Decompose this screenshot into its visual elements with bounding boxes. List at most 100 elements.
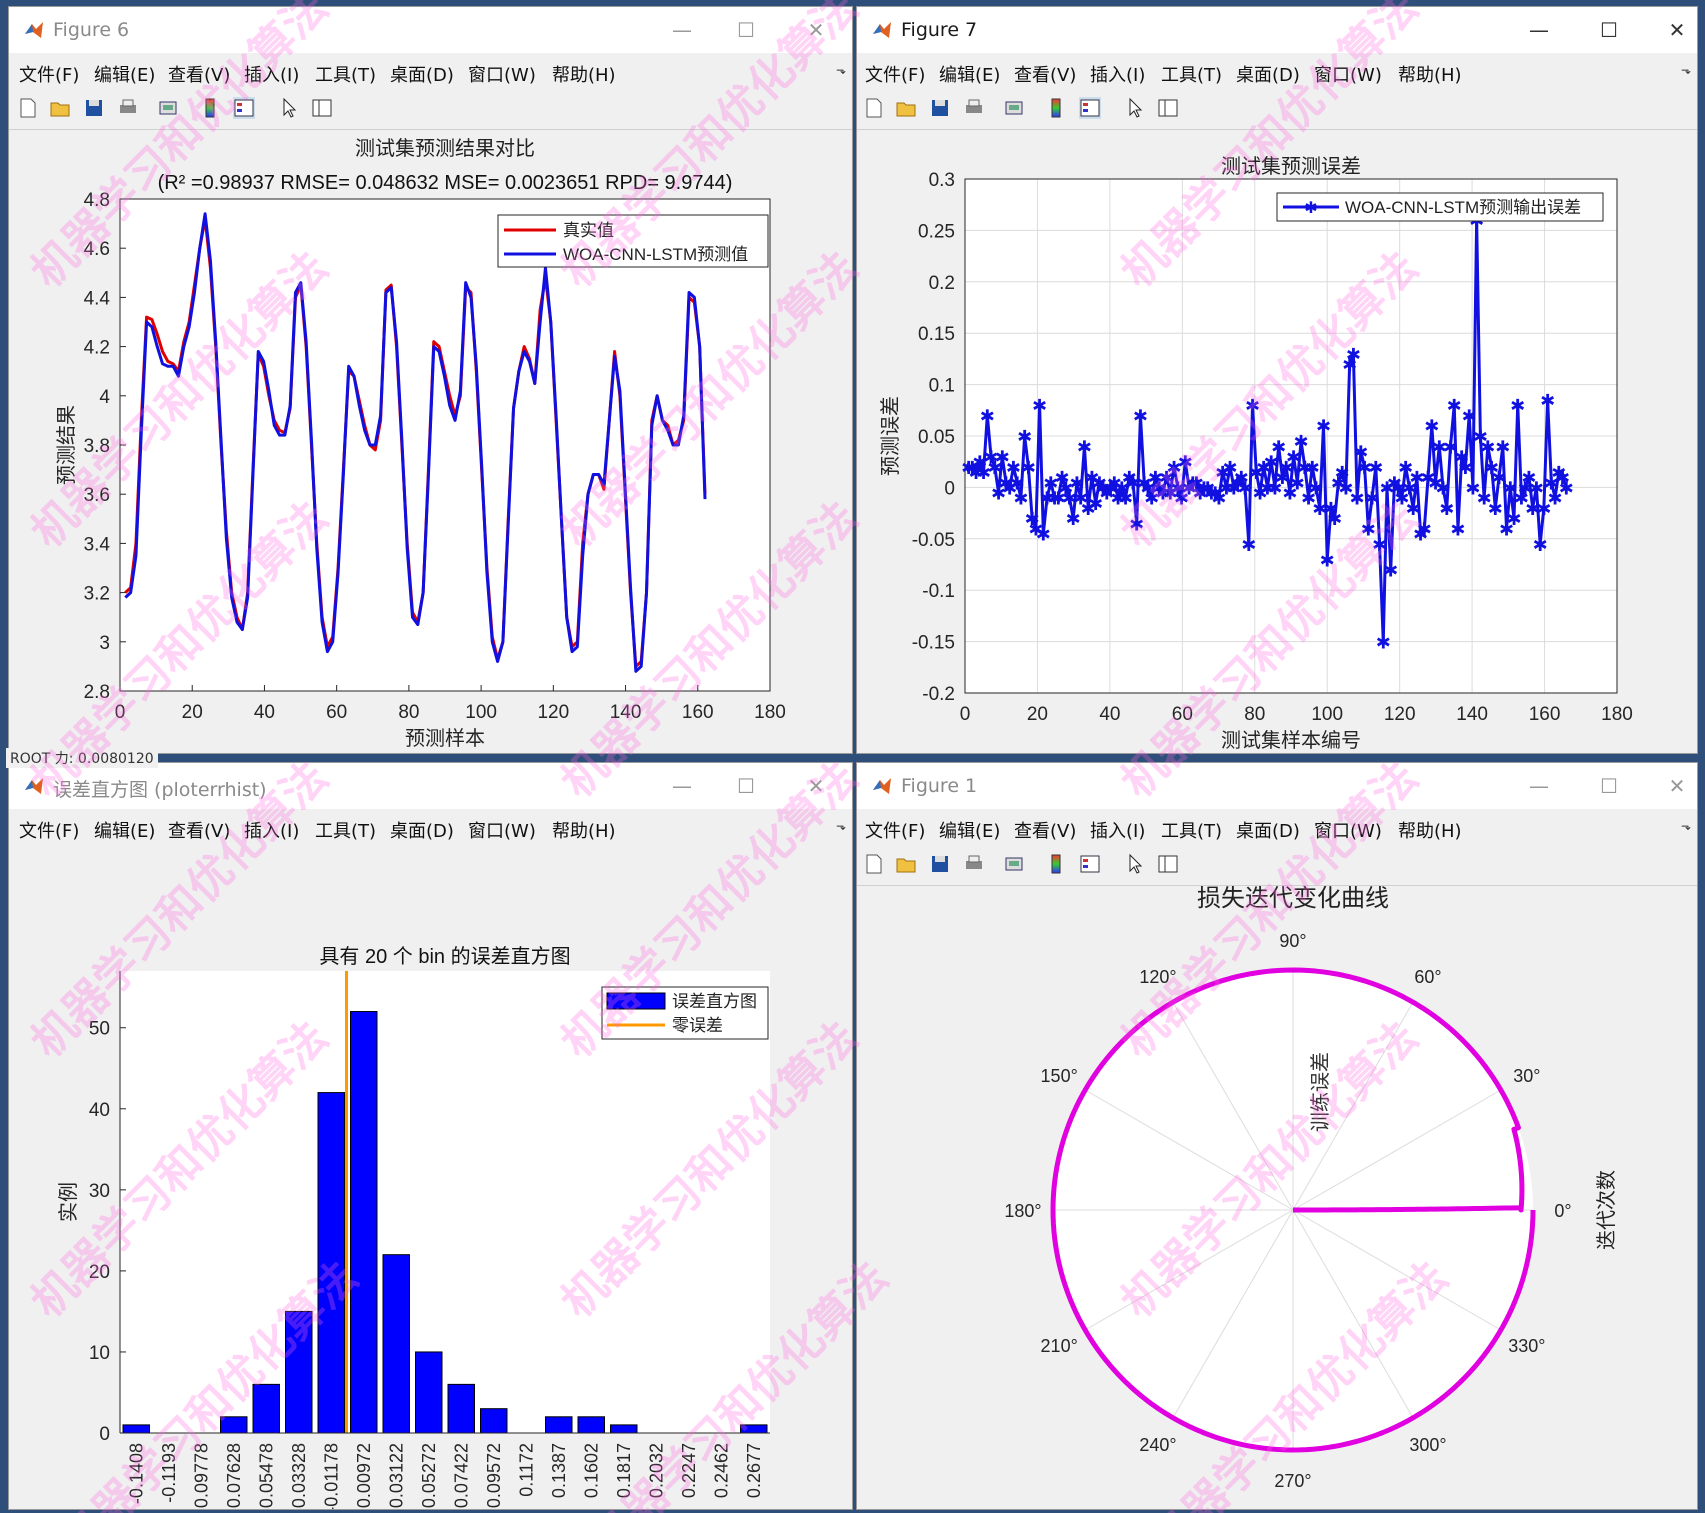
minimize-button[interactable]: — xyxy=(1519,15,1559,45)
maximize-button[interactable]: ☐ xyxy=(1589,771,1629,801)
menu-edit[interactable]: 编辑(E) xyxy=(939,61,1000,87)
menu-view[interactable]: 查看(V) xyxy=(168,61,230,87)
property-editor-icon[interactable] xyxy=(311,97,333,119)
legend-icon[interactable] xyxy=(1079,853,1101,875)
prediction-comparison-chart[interactable]: 测试集预测结果对比 (R² =0.98937 RMSE= 0.048632 MSE… xyxy=(9,130,852,753)
menubar: 文件(F) 编辑(E) 查看(V) 插入(I) 工具(T) 桌面(D) 窗口(W… xyxy=(857,809,1697,845)
menu-window[interactable]: 窗口(W) xyxy=(1314,817,1382,843)
menu-file[interactable]: 文件(F) xyxy=(19,817,79,843)
menu-window[interactable]: 窗口(W) xyxy=(468,817,536,843)
figure6-titlebar[interactable]: Figure 6 — ☐ ✕ xyxy=(9,7,852,53)
histogram-bar xyxy=(415,1351,443,1434)
menu-tools[interactable]: 工具(T) xyxy=(315,817,376,843)
print-icon[interactable] xyxy=(963,853,985,875)
x-axis-label: 预测样本 xyxy=(405,727,485,750)
menu-file[interactable]: 文件(F) xyxy=(865,817,925,843)
x-tick-label: 60 xyxy=(1172,704,1193,725)
menubar-dock-arrow-icon[interactable]: ⬎ xyxy=(1681,63,1691,77)
open-folder-icon[interactable] xyxy=(895,853,917,875)
menu-window[interactable]: 窗口(W) xyxy=(1314,61,1382,87)
new-file-icon[interactable] xyxy=(863,853,885,875)
menu-help[interactable]: 帮助(H) xyxy=(552,817,616,843)
menu-insert[interactable]: 插入(I) xyxy=(244,817,299,843)
y-tick-label: 30 xyxy=(89,1181,110,1202)
histogram-bar xyxy=(285,1310,313,1434)
maximize-button[interactable]: ☐ xyxy=(1589,15,1629,45)
figure7-titlebar[interactable]: Figure 7 — ☐ ✕ xyxy=(857,7,1697,53)
maximize-button[interactable]: ☐ xyxy=(726,15,766,45)
loss-polar-chart[interactable]: 损失迭代变化曲线 0° 30° 60° 90° 120° 150° 180° 210° 240° 2… xyxy=(857,885,1697,1509)
error-histogram-chart[interactable]: 具有 20 个 bin 的误差直方图 0 10 20 30 40 50 -0.1408 -0.1… xyxy=(9,845,852,1513)
menu-desktop[interactable]: 桌面(D) xyxy=(1236,817,1300,843)
save-icon[interactable] xyxy=(83,97,105,119)
menu-file[interactable]: 文件(F) xyxy=(865,61,925,87)
save-icon[interactable] xyxy=(929,853,951,875)
x-tick-label: 0.2677 xyxy=(744,1443,764,1498)
print-preview-icon[interactable] xyxy=(157,97,179,119)
minimize-button[interactable]: — xyxy=(662,15,702,45)
print-preview-icon[interactable] xyxy=(1003,853,1025,875)
figure1-titlebar[interactable]: Figure 1 — ☐ ✕ xyxy=(857,763,1697,809)
maximize-button[interactable]: ☐ xyxy=(726,771,766,801)
legend-icon[interactable] xyxy=(1079,97,1101,119)
error-marker: ✱ xyxy=(1488,499,1503,519)
save-icon[interactable] xyxy=(929,97,951,119)
menu-tools[interactable]: 工具(T) xyxy=(315,61,376,87)
print-icon[interactable] xyxy=(117,97,139,119)
close-button[interactable]: ✕ xyxy=(1657,15,1697,45)
open-folder-icon[interactable] xyxy=(895,97,917,119)
prediction-error-chart[interactable]: 0 20 40 60 80 100 120 140 160 180 -0.2 -0.15 -0.1 -0.… xyxy=(857,130,1697,753)
minimize-button[interactable]: — xyxy=(1519,771,1559,801)
menu-insert[interactable]: 插入(I) xyxy=(244,61,299,87)
colorbar-icon[interactable] xyxy=(1045,97,1067,119)
menu-tools[interactable]: 工具(T) xyxy=(1161,61,1222,87)
histogram-titlebar[interactable]: 误差直方图 (ploterrhist) — ☐ ✕ xyxy=(9,763,852,809)
menu-tools[interactable]: 工具(T) xyxy=(1161,817,1222,843)
menu-window[interactable]: 窗口(W) xyxy=(468,61,536,87)
error-marker: ✱ xyxy=(1077,437,1092,457)
new-file-icon[interactable] xyxy=(863,97,885,119)
open-folder-icon[interactable] xyxy=(49,97,71,119)
close-button[interactable]: ✕ xyxy=(1657,771,1697,801)
pointer-icon[interactable] xyxy=(1125,853,1147,875)
menu-view[interactable]: 查看(V) xyxy=(1014,817,1076,843)
colorbar-icon[interactable] xyxy=(1045,853,1067,875)
menu-file[interactable]: 文件(F) xyxy=(19,61,79,87)
legend-icon[interactable] xyxy=(233,97,255,119)
menu-view[interactable]: 查看(V) xyxy=(1014,61,1076,87)
x-tick-label: 0.2247 xyxy=(679,1443,699,1498)
menu-desktop[interactable]: 桌面(D) xyxy=(390,61,454,87)
y-tick-label: 3.6 xyxy=(84,485,110,506)
angle-tick-label: 150° xyxy=(1041,1066,1078,1086)
menu-edit[interactable]: 编辑(E) xyxy=(94,817,155,843)
print-preview-icon[interactable] xyxy=(1003,97,1025,119)
menu-edit[interactable]: 编辑(E) xyxy=(94,61,155,87)
menu-insert[interactable]: 插入(I) xyxy=(1090,817,1145,843)
minimize-button[interactable]: — xyxy=(662,771,702,801)
colorbar-icon[interactable] xyxy=(199,97,221,119)
menubar-dock-arrow-icon[interactable]: ⬎ xyxy=(836,819,846,833)
menu-desktop[interactable]: 桌面(D) xyxy=(1236,61,1300,87)
menubar-dock-arrow-icon[interactable]: ⬎ xyxy=(836,63,846,77)
property-editor-icon[interactable] xyxy=(1157,97,1179,119)
close-button[interactable]: ✕ xyxy=(796,771,836,801)
y-axis-label: 预测误差 xyxy=(879,396,902,476)
new-file-icon[interactable] xyxy=(17,97,39,119)
pointer-icon[interactable] xyxy=(279,97,301,119)
menu-help[interactable]: 帮助(H) xyxy=(552,61,616,87)
error-marker: ✱ xyxy=(1178,453,1193,473)
pointer-icon[interactable] xyxy=(1125,97,1147,119)
menu-desktop[interactable]: 桌面(D) xyxy=(390,817,454,843)
menu-help[interactable]: 帮助(H) xyxy=(1398,817,1462,843)
menu-help[interactable]: 帮助(H) xyxy=(1398,61,1462,87)
menu-view[interactable]: 查看(V) xyxy=(168,817,230,843)
error-marker: ✱ xyxy=(1129,514,1144,534)
error-marker: ✱ xyxy=(1480,437,1495,457)
menubar-dock-arrow-icon[interactable]: ⬎ xyxy=(1681,819,1691,833)
menu-insert[interactable]: 插入(I) xyxy=(1090,61,1145,87)
close-button[interactable]: ✕ xyxy=(796,15,836,45)
print-icon[interactable] xyxy=(963,97,985,119)
menu-edit[interactable]: 编辑(E) xyxy=(939,817,1000,843)
y-tick-label: 0.2 xyxy=(929,273,955,294)
property-editor-icon[interactable] xyxy=(1157,853,1179,875)
